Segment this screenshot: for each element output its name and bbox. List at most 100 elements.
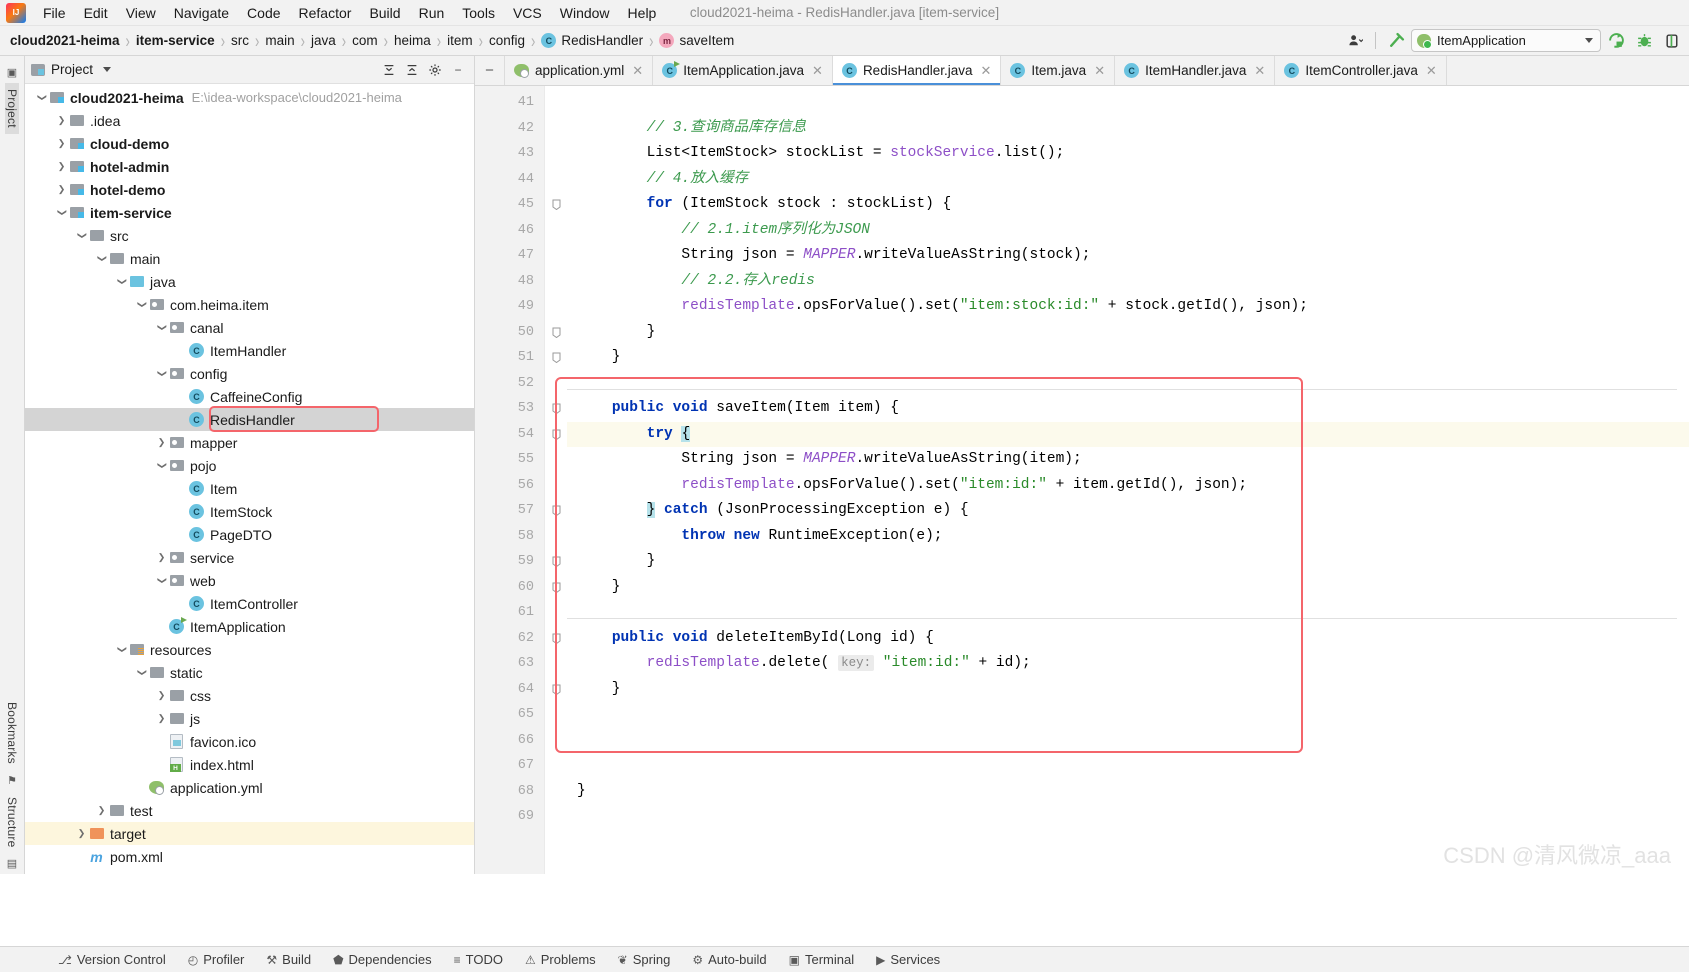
tree-node-cloud2021-heima[interactable]: cloud2021-heima E:\idea-workspace\cloud20… bbox=[25, 86, 474, 109]
status-bar-item-services[interactable]: ▶ Services bbox=[876, 952, 940, 967]
tree-node-mapper[interactable]: mapper bbox=[25, 431, 474, 454]
close-icon[interactable]: ✕ bbox=[1426, 63, 1437, 79]
chevron-right-icon[interactable] bbox=[155, 690, 168, 701]
chevron-down-icon[interactable] bbox=[95, 253, 108, 264]
code-line[interactable]: } bbox=[567, 575, 1689, 601]
tree-node-target[interactable]: target bbox=[25, 822, 474, 845]
breadcrumb-item-class[interactable]: C RedisHandler bbox=[541, 33, 643, 48]
coverage-button[interactable] bbox=[1659, 29, 1685, 53]
chevron-down-icon[interactable] bbox=[75, 230, 88, 241]
source-code-text[interactable]: // 3.查询商品库存信息 List<ItemStock> stockList … bbox=[567, 86, 1689, 874]
fold-toggle-icon[interactable] bbox=[545, 422, 567, 448]
tree-node-config[interactable]: config bbox=[25, 362, 474, 385]
code-line[interactable] bbox=[567, 728, 1689, 754]
chevron-down-icon[interactable] bbox=[155, 575, 168, 586]
code-line[interactable]: redisTemplate.opsForValue().set("item:id… bbox=[567, 473, 1689, 499]
chevron-right-icon[interactable] bbox=[75, 828, 88, 839]
chevron-right-icon[interactable] bbox=[155, 713, 168, 724]
code-line[interactable]: redisTemplate.opsForValue().set("item:st… bbox=[567, 294, 1689, 320]
editor-tab-item-java[interactable]: C Item.java ✕ bbox=[1001, 56, 1116, 85]
code-line[interactable]: // 2.2.存入redis bbox=[567, 269, 1689, 295]
tree-node-main[interactable]: main bbox=[25, 247, 474, 270]
editor-tab-itemapplication-java[interactable]: C ItemApplication.java ✕ bbox=[653, 56, 833, 85]
menu-vcs[interactable]: VCS bbox=[504, 2, 551, 24]
fold-toggle-icon[interactable] bbox=[545, 626, 567, 652]
project-view-chevron-down-icon[interactable] bbox=[103, 67, 112, 72]
breadcrumb-item-heima[interactable]: heima bbox=[394, 33, 431, 48]
close-icon[interactable]: ✕ bbox=[1094, 63, 1105, 79]
code-line[interactable]: String json = MAPPER.writeValueAsString(… bbox=[567, 447, 1689, 473]
tree-node-service[interactable]: service bbox=[25, 546, 474, 569]
chevron-right-icon[interactable] bbox=[95, 805, 108, 816]
code-line[interactable]: String json = MAPPER.writeValueAsString(… bbox=[567, 243, 1689, 269]
chevron-right-icon[interactable] bbox=[55, 115, 68, 126]
chevron-right-icon[interactable] bbox=[55, 161, 68, 172]
chevron-down-icon[interactable] bbox=[115, 644, 128, 655]
menu-build[interactable]: Build bbox=[360, 2, 409, 24]
build-hammer-icon[interactable] bbox=[1383, 29, 1409, 53]
status-bar-item-profiler[interactable]: ◴ Profiler bbox=[188, 952, 245, 967]
tree-node-hotel-demo[interactable]: hotel-demo bbox=[25, 178, 474, 201]
chevron-right-icon[interactable] bbox=[155, 437, 168, 448]
close-icon[interactable]: ✕ bbox=[632, 63, 643, 79]
tree-node-pojo[interactable]: pojo bbox=[25, 454, 474, 477]
breadcrumb-item-method[interactable]: m saveItem bbox=[659, 33, 734, 48]
chevron-down-icon[interactable] bbox=[115, 276, 128, 287]
status-bar-item-build[interactable]: ⚒ Build bbox=[266, 952, 311, 967]
fold-toggle-icon[interactable] bbox=[545, 396, 567, 422]
chevron-down-icon[interactable] bbox=[155, 460, 168, 471]
collapse-all-icon[interactable] bbox=[402, 60, 422, 80]
close-icon[interactable]: ✕ bbox=[981, 63, 992, 79]
code-line[interactable]: try { bbox=[567, 421, 1689, 447]
chevron-right-icon[interactable] bbox=[55, 138, 68, 149]
editor-tab-application-yml[interactable]: application.yml ✕ bbox=[505, 56, 654, 85]
breadcrumb-item-java[interactable]: java bbox=[311, 33, 336, 48]
code-line[interactable] bbox=[567, 804, 1689, 830]
tree-node-itemapplication[interactable]: C ItemApplication bbox=[25, 615, 474, 638]
tree-node-test[interactable]: test bbox=[25, 799, 474, 822]
project-file-tree[interactable]: cloud2021-heima E:\idea-workspace\cloud20… bbox=[25, 84, 474, 874]
code-line[interactable] bbox=[567, 600, 1689, 626]
tree-node-js[interactable]: js bbox=[25, 707, 474, 730]
status-bar-item-dependencies[interactable]: ⬟ Dependencies bbox=[333, 952, 432, 967]
menu-run[interactable]: Run bbox=[410, 2, 454, 24]
breadcrumb-item-item[interactable]: item bbox=[447, 33, 473, 48]
status-bar-item-todo[interactable]: ≡ TODO bbox=[454, 952, 503, 967]
tree-node-pagedto[interactable]: C PageDTO bbox=[25, 523, 474, 546]
code-line[interactable]: } catch (JsonProcessingException e) { bbox=[567, 498, 1689, 524]
menu-refactor[interactable]: Refactor bbox=[290, 2, 361, 24]
chevron-down-icon[interactable] bbox=[135, 299, 148, 310]
gear-icon[interactable] bbox=[425, 60, 445, 80]
tree-node-java[interactable]: java bbox=[25, 270, 474, 293]
tree-node-application-yml[interactable]: application.yml bbox=[25, 776, 474, 799]
chevron-down-icon[interactable] bbox=[135, 667, 148, 678]
tree-node-resources[interactable]: resources bbox=[25, 638, 474, 661]
fold-toggle-icon[interactable] bbox=[545, 192, 567, 218]
editor-tab-itemcontroller-java[interactable]: C ItemController.java ✕ bbox=[1275, 56, 1447, 85]
rail-tab-bookmarks[interactable]: Bookmarks bbox=[5, 696, 19, 770]
code-line[interactable]: public void saveItem(Item item) { bbox=[567, 396, 1689, 422]
code-line[interactable]: public void deleteItemById(Long id) { bbox=[567, 626, 1689, 652]
tree-node-static[interactable]: static bbox=[25, 661, 474, 684]
code-line[interactable]: } bbox=[567, 320, 1689, 346]
tree-node-itemcontroller[interactable]: C ItemController bbox=[25, 592, 474, 615]
tree-node-itemhandler[interactable]: C ItemHandler bbox=[25, 339, 474, 362]
menu-help[interactable]: Help bbox=[619, 2, 666, 24]
status-bar-item-spring[interactable]: ❦ Spring bbox=[618, 952, 671, 967]
breadcrumb-item-config[interactable]: config bbox=[489, 33, 525, 48]
debug-button[interactable] bbox=[1631, 29, 1657, 53]
tree-node-css[interactable]: css bbox=[25, 684, 474, 707]
code-line[interactable]: // 4.放入缓存 bbox=[567, 167, 1689, 193]
chevron-down-icon[interactable] bbox=[155, 368, 168, 379]
code-line[interactable]: // 3.查询商品库存信息 bbox=[567, 116, 1689, 142]
code-line[interactable]: redisTemplate.delete( key: "item:id:" + … bbox=[567, 651, 1689, 677]
menu-view[interactable]: View bbox=[117, 2, 165, 24]
fold-toggle-icon[interactable] bbox=[545, 320, 567, 346]
breadcrumb-item-main[interactable]: main bbox=[265, 33, 294, 48]
run-configuration-selector[interactable]: ItemApplication bbox=[1411, 29, 1601, 52]
code-line[interactable]: } bbox=[567, 779, 1689, 805]
code-line[interactable]: } bbox=[567, 549, 1689, 575]
code-line[interactable] bbox=[567, 371, 1689, 397]
code-line[interactable]: } bbox=[567, 345, 1689, 371]
user-account-icon[interactable] bbox=[1342, 29, 1368, 53]
